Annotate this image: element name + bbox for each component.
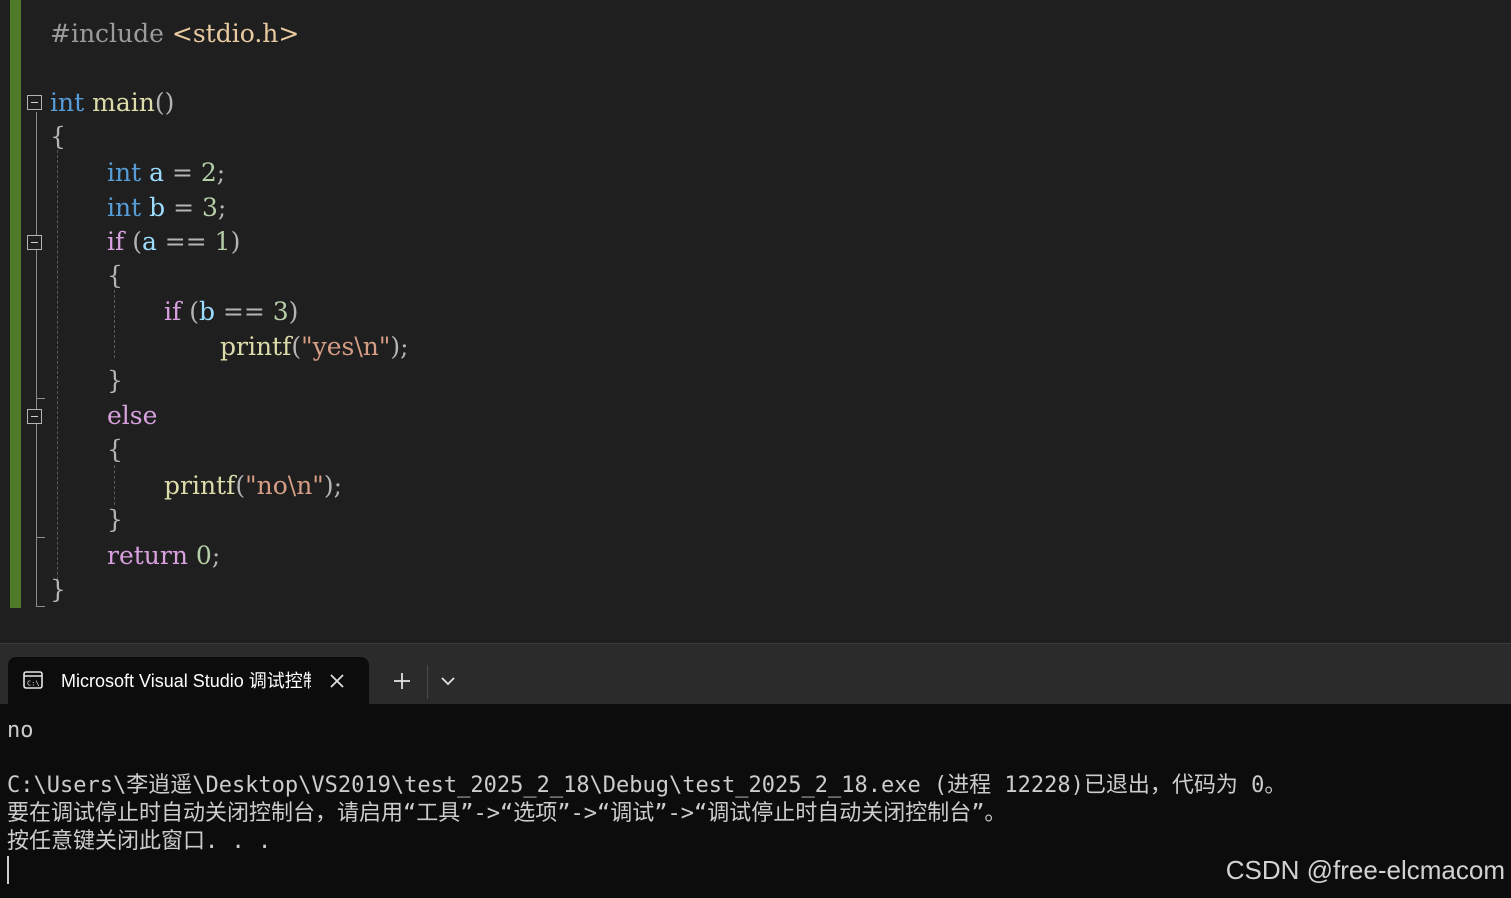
code-token: } bbox=[50, 575, 66, 604]
console-icon: C:\ bbox=[23, 671, 43, 689]
console-line: C:\Users\李逍遥\Desktop\VS2019\test_2025_2_… bbox=[7, 773, 1287, 798]
code-token: else bbox=[107, 401, 158, 430]
text-cursor bbox=[7, 856, 9, 884]
code-token: 0 bbox=[195, 541, 212, 570]
code-token: ( bbox=[181, 297, 199, 326]
code-token: b bbox=[149, 193, 166, 222]
code-token: a bbox=[141, 227, 157, 256]
console-line: no bbox=[7, 718, 34, 743]
code-token: == bbox=[156, 227, 215, 256]
code-token: ; bbox=[217, 193, 227, 222]
terminal-tab[interactable]: C:\ Microsoft Visual Studio 调试控制台 bbox=[8, 657, 369, 705]
console-output[interactable]: no C:\Users\李逍遥\Desktop\VS2019\test_2025… bbox=[0, 704, 1511, 898]
code-token: { bbox=[50, 122, 66, 151]
code-token: #include bbox=[50, 19, 172, 48]
code-token: ( bbox=[235, 471, 246, 500]
code-token: b bbox=[198, 297, 215, 326]
code-token: 3 bbox=[201, 193, 218, 222]
code-line[interactable]: int b = 3; bbox=[107, 191, 226, 225]
indent-guide bbox=[114, 290, 115, 358]
code-token: ( bbox=[124, 227, 142, 256]
watermark: CSDN @free-elcmacom bbox=[1225, 855, 1505, 885]
code-line[interactable]: } bbox=[50, 573, 66, 607]
code-editor[interactable]: #include <stdio.h> int main() { int a = … bbox=[0, 0, 1511, 643]
code-token: { bbox=[107, 435, 123, 464]
code-token: <stdio.h> bbox=[171, 19, 300, 48]
code-token: int bbox=[107, 158, 142, 187]
code-token: printf bbox=[220, 332, 292, 361]
change-tracking-bar bbox=[10, 0, 21, 608]
plus-icon[interactable] bbox=[384, 668, 420, 694]
code-token: printf bbox=[164, 471, 236, 500]
tab-divider bbox=[427, 665, 428, 699]
code-token: = bbox=[164, 158, 201, 187]
console-line: 按任意键关闭此窗口. . . bbox=[7, 829, 272, 854]
outline-end-if bbox=[36, 398, 45, 399]
code-line[interactable]: if (b == 3) bbox=[164, 295, 298, 329]
code-line[interactable]: return 0; bbox=[107, 539, 220, 573]
code-token: ); bbox=[323, 471, 342, 500]
chevron-down-icon[interactable] bbox=[434, 668, 462, 694]
code-token: 3 bbox=[272, 297, 289, 326]
close-icon[interactable] bbox=[326, 670, 348, 692]
indent-guide bbox=[114, 465, 115, 505]
code-token: == bbox=[214, 297, 273, 326]
code-token: main bbox=[92, 88, 155, 117]
collapse-main-button[interactable] bbox=[27, 95, 42, 110]
code-line[interactable]: else bbox=[107, 399, 157, 433]
code-line[interactable]: printf("yes\n"); bbox=[220, 330, 409, 364]
code-token: if bbox=[107, 227, 125, 256]
code-token: { bbox=[107, 261, 123, 290]
code-line[interactable]: printf("no\n"); bbox=[164, 469, 342, 503]
code-line[interactable]: { bbox=[107, 433, 123, 467]
code-line[interactable]: { bbox=[50, 120, 66, 154]
code-token: 2 bbox=[200, 158, 217, 187]
code-line[interactable]: #include <stdio.h> bbox=[50, 17, 299, 51]
code-token: ) bbox=[230, 227, 241, 256]
terminal-tab-bar: C:\ Microsoft Visual Studio 调试控制台 bbox=[0, 643, 1511, 705]
code-token: a bbox=[149, 158, 165, 187]
code-token: ) bbox=[288, 297, 299, 326]
code-token: "no\n" bbox=[245, 471, 324, 500]
code-token: ); bbox=[390, 332, 409, 361]
code-token: } bbox=[107, 505, 123, 534]
code-token: ( bbox=[291, 332, 302, 361]
indent-guide bbox=[57, 150, 58, 600]
code-line[interactable]: } bbox=[107, 503, 123, 537]
code-token: "yes\n" bbox=[301, 332, 391, 361]
code-token: () bbox=[154, 88, 175, 117]
code-token: 1 bbox=[214, 227, 231, 256]
code-token: = bbox=[165, 193, 202, 222]
collapse-if-button[interactable] bbox=[27, 235, 42, 250]
code-token: int bbox=[50, 88, 85, 117]
outline-rail-main bbox=[36, 112, 37, 607]
svg-text:C:\: C:\ bbox=[27, 680, 40, 688]
code-token: return bbox=[107, 541, 188, 570]
code-line[interactable]: if (a == 1) bbox=[107, 225, 240, 259]
code-token: } bbox=[107, 366, 123, 395]
code-line[interactable]: int a = 2; bbox=[107, 156, 225, 190]
code-token: if bbox=[164, 297, 182, 326]
code-line[interactable]: } bbox=[107, 364, 123, 398]
collapse-else-button[interactable] bbox=[27, 409, 42, 424]
terminal-tab-title: Microsoft Visual Studio 调试控制台 bbox=[61, 671, 311, 691]
code-token: ; bbox=[216, 158, 226, 187]
code-token: ; bbox=[211, 541, 221, 570]
outline-end-main bbox=[36, 606, 45, 607]
code-token: int bbox=[107, 193, 142, 222]
code-line[interactable]: { bbox=[107, 259, 123, 293]
console-line: 要在调试停止时自动关闭控制台，请启用“工具”->“选项”->“调试”->“调试停… bbox=[7, 801, 1007, 826]
outline-end-else bbox=[36, 537, 45, 538]
code-line[interactable]: int main() bbox=[50, 86, 174, 120]
